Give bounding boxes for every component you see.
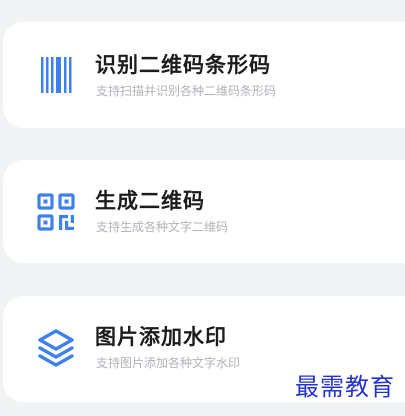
card-title: 生成二维码 [95,189,205,213]
card-title: 图片添加水印 [95,325,227,349]
scan-barcode-card[interactable]: 识别二维码条形码 支持扫描并识别各种二维码条形码 [3,22,405,128]
card-subtitle: 支持图片添加各种文字水印 [96,356,241,370]
card-subtitle: 支持扫描并识别各种二维码条形码 [96,84,277,98]
barcode-icon [36,55,76,95]
card-title: 识别二维码条形码 [95,53,271,77]
card-subtitle: 支持生成各种文字二维码 [96,220,229,234]
layers-icon [36,328,76,368]
watermark-text: 最需教育 [295,373,395,401]
generate-qr-card[interactable]: 生成二维码 支持生成各种文字二维码 [3,160,405,263]
qr-code-icon [36,192,76,232]
